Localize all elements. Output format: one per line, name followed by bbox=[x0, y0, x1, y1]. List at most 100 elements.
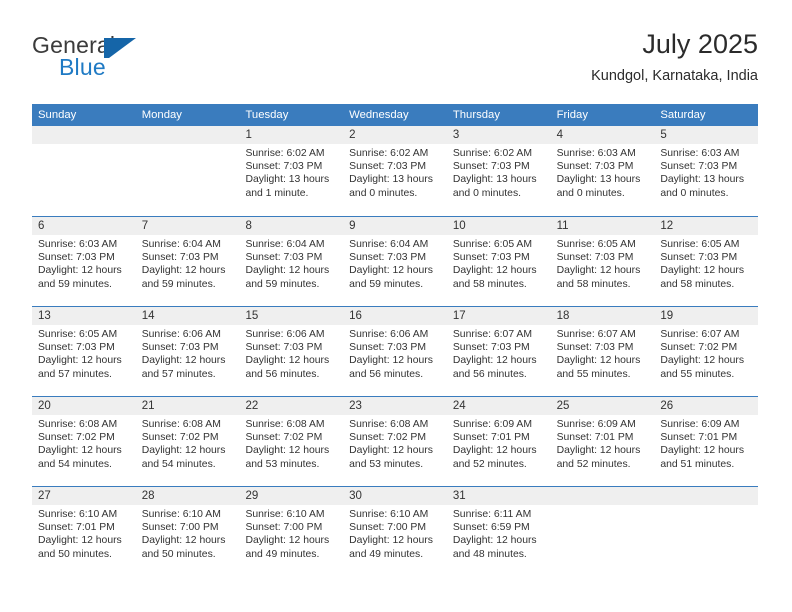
sunset-text: Sunset: 7:02 PM bbox=[141, 432, 219, 444]
weekday-header-sunday: Sunday bbox=[38, 109, 77, 121]
day-cell[interactable]: 21 Sunrise: 6:08 AM Sunset: 7:02 PM Dayligh… bbox=[136, 397, 240, 487]
daylight-text-line2: and 58 minutes. bbox=[452, 278, 527, 290]
day-number: 11 bbox=[556, 220, 569, 232]
sunrise-text: Sunrise: 6:09 AM bbox=[660, 419, 740, 430]
daylight-text-line1: Daylight: 12 hours bbox=[660, 355, 745, 367]
sunset-text: Sunset: 7:03 PM bbox=[452, 161, 530, 173]
day-sun-info: Sunrise: 6:04 AM Sunset: 7:03 PM Daylight:… bbox=[142, 238, 234, 291]
day-sun-info: Sunrise: 6:10 AM Sunset: 7:00 PM Daylight:… bbox=[349, 508, 441, 561]
daylight-text-line1: Daylight: 12 hours bbox=[245, 445, 330, 457]
day-cell[interactable]: 30 Sunrise: 6:10 AM Sunset: 7:00 PM Dayligh… bbox=[343, 487, 447, 577]
day-sun-info: Sunrise: 6:03 AM Sunset: 7:03 PM Daylight:… bbox=[660, 147, 752, 200]
day-sun-info: Sunrise: 6:04 AM Sunset: 7:03 PM Daylight:… bbox=[245, 238, 337, 291]
sunrise-text: Sunrise: 6:10 AM bbox=[38, 509, 118, 520]
daylight-text-line2: and 59 minutes. bbox=[245, 278, 320, 290]
day-cell[interactable]: 18 Sunrise: 6:07 AM Sunset: 7:03 PM Dayligh… bbox=[551, 307, 655, 397]
day-cell[interactable]: 31 Sunrise: 6:11 AM Sunset: 6:59 PM Dayligh… bbox=[447, 487, 551, 577]
day-cell[interactable]: 11 Sunrise: 6:05 AM Sunset: 7:03 PM Dayligh… bbox=[551, 217, 655, 307]
week-cells: 13 Sunrise: 6:05 AM Sunset: 7:03 PM Dayligh… bbox=[32, 307, 758, 397]
daylight-text-line2: and 52 minutes. bbox=[556, 458, 631, 470]
day-cell[interactable]: 8 Sunrise: 6:04 AM Sunset: 7:03 PM Daylight… bbox=[239, 217, 343, 307]
daylight-text-line1: Daylight: 12 hours bbox=[38, 445, 122, 457]
weeks-container: 1 Sunrise: 6:02 AM Sunset: 7:03 PM Daylight… bbox=[32, 126, 758, 576]
day-cell[interactable]: 9 Sunrise: 6:04 AM Sunset: 7:03 PM Daylight… bbox=[343, 217, 447, 307]
day-cell[interactable]: 1 Sunrise: 6:02 AM Sunset: 7:03 PM Daylight… bbox=[239, 126, 343, 216]
page-header: General Blue July 2025 Kundgol, Karnatak… bbox=[32, 28, 758, 94]
day-number: 4 bbox=[556, 129, 563, 141]
day-cell[interactable]: 19 Sunrise: 6:07 AM Sunset: 7:02 PM Dayligh… bbox=[654, 307, 758, 397]
day-cell[interactable]: 7 Sunrise: 6:04 AM Sunset: 7:03 PM Daylight… bbox=[136, 217, 240, 307]
day-cell[interactable]: 12 Sunrise: 6:05 AM Sunset: 7:03 PM Dayligh… bbox=[654, 217, 758, 307]
daylight-text-line1: Daylight: 12 hours bbox=[38, 265, 122, 277]
day-cell[interactable]: 17 Sunrise: 6:07 AM Sunset: 7:03 PM Dayligh… bbox=[447, 307, 551, 397]
daylight-text-line1: Daylight: 12 hours bbox=[452, 535, 537, 547]
day-number: 18 bbox=[556, 310, 570, 322]
day-cell[interactable]: 22 Sunrise: 6:08 AM Sunset: 7:02 PM Dayligh… bbox=[239, 397, 343, 487]
day-cell[interactable]: 24 Sunrise: 6:09 AM Sunset: 7:01 PM Dayligh… bbox=[447, 397, 551, 487]
day-cell[interactable]: 15 Sunrise: 6:06 AM Sunset: 7:03 PM Dayligh… bbox=[239, 307, 343, 397]
sunset-text: Sunset: 7:02 PM bbox=[38, 432, 115, 444]
daylight-text-line2: and 0 minutes. bbox=[349, 187, 418, 199]
day-cell[interactable]: 10 Sunrise: 6:05 AM Sunset: 7:03 PM Dayligh… bbox=[447, 217, 551, 307]
day-cell[interactable]: 27 Sunrise: 6:10 AM Sunset: 7:01 PM Dayligh… bbox=[32, 487, 136, 577]
location-subtitle: Kundgol, Karnataka, India bbox=[591, 68, 758, 84]
day-cell[interactable]: 3 Sunrise: 6:02 AM Sunset: 7:03 PM Daylight… bbox=[447, 126, 551, 216]
day-cell[interactable]: 6 Sunrise: 6:03 AM Sunset: 7:03 PM Daylight… bbox=[32, 217, 136, 307]
daylight-text-line2: and 0 minutes. bbox=[556, 187, 625, 199]
weekday-header-thursday: Thursday bbox=[452, 109, 500, 121]
sunset-text: Sunset: 7:03 PM bbox=[556, 342, 634, 354]
day-sun-info: Sunrise: 6:10 AM Sunset: 7:00 PM Daylight:… bbox=[142, 508, 234, 561]
day-cell[interactable]: 13 Sunrise: 6:05 AM Sunset: 7:03 PM Dayligh… bbox=[32, 307, 136, 397]
day-cell[interactable]: 28 Sunrise: 6:10 AM Sunset: 7:00 PM Dayligh… bbox=[136, 487, 240, 577]
daylight-text-line2: and 55 minutes. bbox=[660, 368, 735, 380]
daylight-text-line1: Daylight: 12 hours bbox=[660, 445, 745, 457]
daylight-text-line2: and 55 minutes. bbox=[556, 368, 631, 380]
day-number: 19 bbox=[660, 310, 674, 322]
day-sun-info: Sunrise: 6:02 AM Sunset: 7:03 PM Daylight:… bbox=[453, 147, 545, 200]
brand-logo[interactable]: General Blue bbox=[32, 32, 262, 88]
day-number: 23 bbox=[349, 400, 362, 412]
day-cell[interactable]: 5 Sunrise: 6:03 AM Sunset: 7:03 PM Daylight… bbox=[654, 126, 758, 216]
day-sun-info: Sunrise: 6:03 AM Sunset: 7:03 PM Daylight:… bbox=[38, 238, 130, 291]
daylight-text-line2: and 49 minutes. bbox=[245, 548, 320, 560]
sunset-text: Sunset: 7:03 PM bbox=[38, 342, 115, 354]
daylight-text-line1: Daylight: 12 hours bbox=[452, 265, 537, 277]
daylight-text-line1: Daylight: 12 hours bbox=[349, 265, 433, 277]
day-cell-empty bbox=[32, 126, 136, 216]
day-cell[interactable]: 26 Sunrise: 6:09 AM Sunset: 7:01 PM Dayligh… bbox=[654, 397, 758, 487]
week-cells: 1 Sunrise: 6:02 AM Sunset: 7:03 PM Daylight… bbox=[32, 126, 758, 216]
day-sun-info: Sunrise: 6:11 AM Sunset: 6:59 PM Daylight:… bbox=[453, 508, 545, 561]
weekday-header-friday: Friday bbox=[556, 109, 588, 121]
daylight-text-line2: and 0 minutes. bbox=[452, 187, 522, 199]
sunrise-text: Sunrise: 6:04 AM bbox=[349, 239, 429, 250]
sunrise-text: Sunrise: 6:08 AM bbox=[141, 419, 221, 430]
day-number: 7 bbox=[141, 220, 149, 232]
daylight-text-line2: and 57 minutes. bbox=[141, 368, 216, 380]
day-cell[interactable]: 2 Sunrise: 6:02 AM Sunset: 7:03 PM Daylight… bbox=[343, 126, 447, 216]
day-cell[interactable]: 29 Sunrise: 6:10 AM Sunset: 7:00 PM Dayligh… bbox=[239, 487, 343, 577]
daylight-text-line1: Daylight: 12 hours bbox=[38, 535, 122, 547]
day-cell[interactable]: 16 Sunrise: 6:06 AM Sunset: 7:03 PM Dayligh… bbox=[343, 307, 447, 397]
day-number: 20 bbox=[38, 400, 51, 412]
day-cell[interactable]: 4 Sunrise: 6:03 AM Sunset: 7:03 PM Daylight… bbox=[551, 126, 655, 216]
day-sun-info: Sunrise: 6:09 AM Sunset: 7:01 PM Daylight:… bbox=[453, 418, 545, 471]
day-cell[interactable]: 14 Sunrise: 6:06 AM Sunset: 7:03 PM Dayligh… bbox=[136, 307, 240, 397]
daylight-text-line2: and 54 minutes. bbox=[38, 458, 112, 470]
day-sun-info: Sunrise: 6:06 AM Sunset: 7:03 PM Daylight:… bbox=[245, 328, 337, 381]
daylight-text-line2: and 51 minutes. bbox=[660, 458, 735, 470]
weekday-header-wednesday: Wednesday bbox=[349, 109, 409, 121]
daylight-text-line1: Daylight: 12 hours bbox=[349, 355, 433, 367]
sunset-text: Sunset: 7:02 PM bbox=[660, 342, 738, 354]
sunset-text: Sunset: 7:02 PM bbox=[245, 432, 323, 444]
daylight-text-line2: and 53 minutes. bbox=[349, 458, 424, 470]
sunrise-text: Sunrise: 6:06 AM bbox=[141, 329, 221, 340]
week-cells: 6 Sunrise: 6:03 AM Sunset: 7:03 PM Daylight… bbox=[32, 217, 758, 307]
daylight-text-line1: Daylight: 12 hours bbox=[349, 445, 433, 457]
day-cell[interactable]: 23 Sunrise: 6:08 AM Sunset: 7:02 PM Dayligh… bbox=[343, 397, 447, 487]
day-cell[interactable]: 20 Sunrise: 6:08 AM Sunset: 7:02 PM Dayligh… bbox=[32, 397, 136, 487]
daylight-text-line1: Daylight: 12 hours bbox=[245, 265, 330, 277]
sunrise-text: Sunrise: 6:09 AM bbox=[452, 419, 533, 430]
day-cell[interactable]: 25 Sunrise: 6:09 AM Sunset: 7:01 PM Dayligh… bbox=[551, 397, 655, 487]
title-block: July 2025 Kundgol, Karnataka, India bbox=[591, 28, 758, 86]
daylight-text-line1: Daylight: 13 hours bbox=[452, 174, 537, 186]
